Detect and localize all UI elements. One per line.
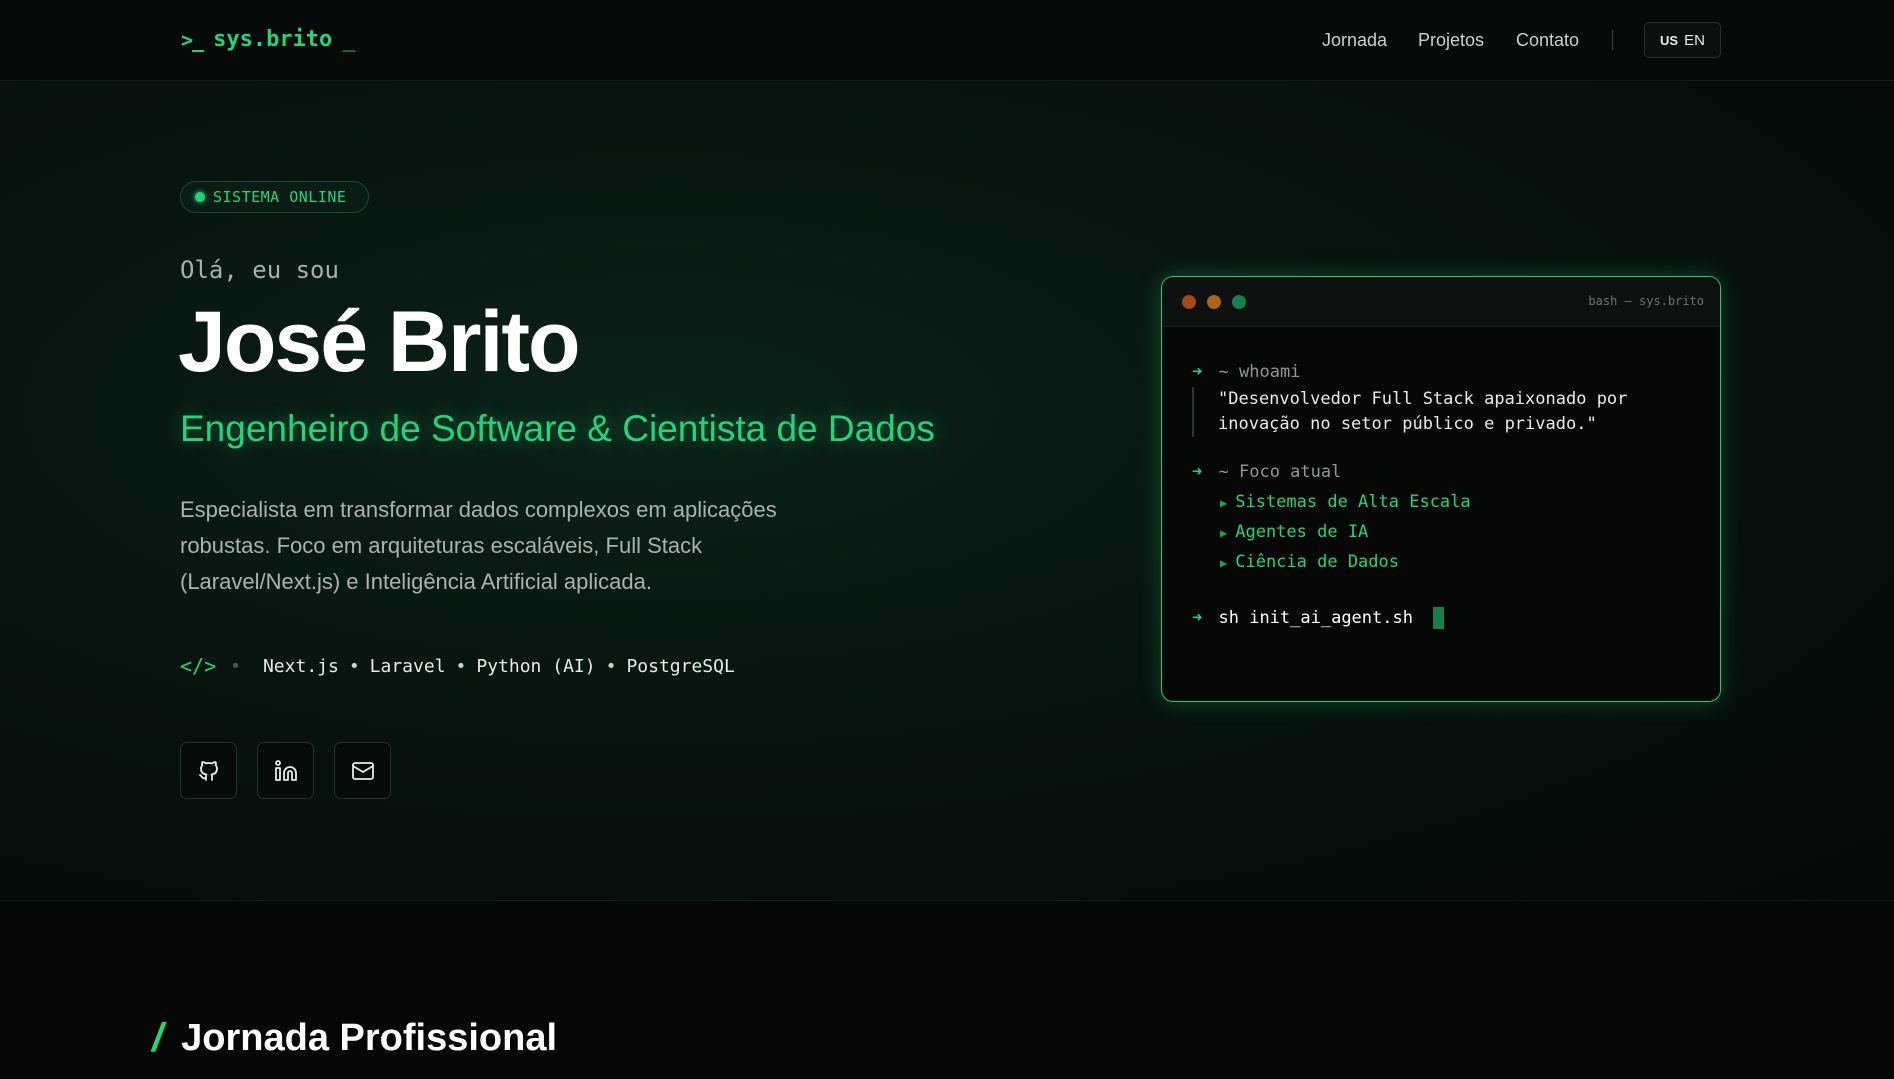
- arrow-right-icon: ➜: [1192, 462, 1203, 482]
- hero-description: Especialista em transformar dados comple…: [180, 497, 777, 594]
- language-label: EN: [1684, 31, 1705, 49]
- maximize-dot-icon: [1232, 294, 1246, 309]
- terminal-line: ➜ ~ Foco atual: [1192, 462, 1342, 482]
- terminal-prompt-icon: >_: [181, 27, 204, 52]
- terminal-cursor: [1433, 607, 1445, 629]
- focus-item: ▶ Ciência de Dados: [1220, 552, 1399, 572]
- terminal-window: bash — sys.brito ➜ ~ whoami "Desenvolved…: [1161, 276, 1721, 702]
- tech-item: PostgreSQL: [626, 655, 735, 677]
- hero-role: Engenheiro de Software & Cientista de Da…: [180, 408, 935, 449]
- nav-divider: [1612, 30, 1613, 50]
- terminal-line: ➜ ~ whoami: [1192, 362, 1301, 382]
- nav-link-projetos[interactable]: Projetos: [1418, 30, 1484, 51]
- section-title: Jornada Profissional: [181, 1017, 558, 1059]
- focus-item: ▶ Sistemas de Alta Escala: [1220, 492, 1471, 512]
- status-label: SISTEMA ONLINE: [213, 188, 347, 206]
- linkedin-button[interactable]: [257, 742, 314, 799]
- status-badge: SISTEMA ONLINE: [180, 181, 369, 213]
- github-icon: [198, 760, 218, 781]
- nav-link-jornada[interactable]: Jornada: [1322, 30, 1387, 51]
- terminal-command: whoami: [1239, 362, 1301, 382]
- terminal-title: bash — sys.brito: [1588, 294, 1704, 308]
- terminal-command: sh init_ai_agent.sh: [1218, 608, 1413, 628]
- code-icon: </>: [180, 654, 217, 678]
- triangle-right-icon: ▶: [1220, 526, 1228, 540]
- arrow-right-icon: ➜: [1192, 608, 1203, 628]
- tech-stack: </> • Next.js • Laravel • Python (AI) • …: [180, 654, 735, 678]
- logo-cursor: _: [342, 27, 356, 52]
- nav-link-contato[interactable]: Contato: [1516, 30, 1579, 51]
- terminal-body: ➜ ~ whoami "Desenvolvedor Full Stack apa…: [1192, 359, 1712, 631]
- slash-icon: /: [152, 1016, 164, 1060]
- logo[interactable]: >_ sys.brito _: [181, 27, 356, 52]
- section-heading: / Jornada Profissional: [152, 1016, 557, 1061]
- language-toggle-button[interactable]: US EN: [1644, 22, 1721, 58]
- terminal-command: Foco atual: [1239, 462, 1342, 482]
- focus-item: ▶ Agentes de IA: [1220, 522, 1369, 542]
- close-dot-icon: [1182, 294, 1196, 309]
- tech-item: Laravel: [369, 655, 446, 677]
- social-links: [180, 742, 391, 799]
- triangle-right-icon: ▶: [1220, 556, 1228, 570]
- arrow-right-icon: ➜: [1192, 362, 1203, 382]
- minimize-dot-icon: [1207, 294, 1221, 309]
- tech-item: Next.js: [262, 655, 339, 677]
- tech-item: Python (AI): [476, 655, 596, 677]
- mail-icon: [351, 761, 374, 780]
- terminal-quote: "Desenvolvedor Full Stack apaixonado por…: [1192, 387, 1712, 437]
- triangle-right-icon: ▶: [1220, 496, 1228, 510]
- terminal-line: ➜ sh init_ai_agent.sh: [1192, 605, 1712, 631]
- status-dot-icon: [195, 192, 205, 202]
- terminal-title-bar: bash — sys.brito: [1162, 277, 1720, 327]
- hero-greeting: Olá, eu sou: [180, 256, 339, 284]
- github-button[interactable]: [180, 742, 237, 799]
- us-flag-icon: US: [1660, 32, 1679, 48]
- bullet-separator: •: [230, 655, 241, 677]
- logo-text: sys.brito: [213, 27, 333, 52]
- linkedin-icon: [274, 759, 297, 781]
- email-button[interactable]: [334, 742, 391, 799]
- site-header: >_ sys.brito _ Jornada Projetos Contato …: [0, 0, 1894, 81]
- hero-name: José Brito: [178, 294, 581, 390]
